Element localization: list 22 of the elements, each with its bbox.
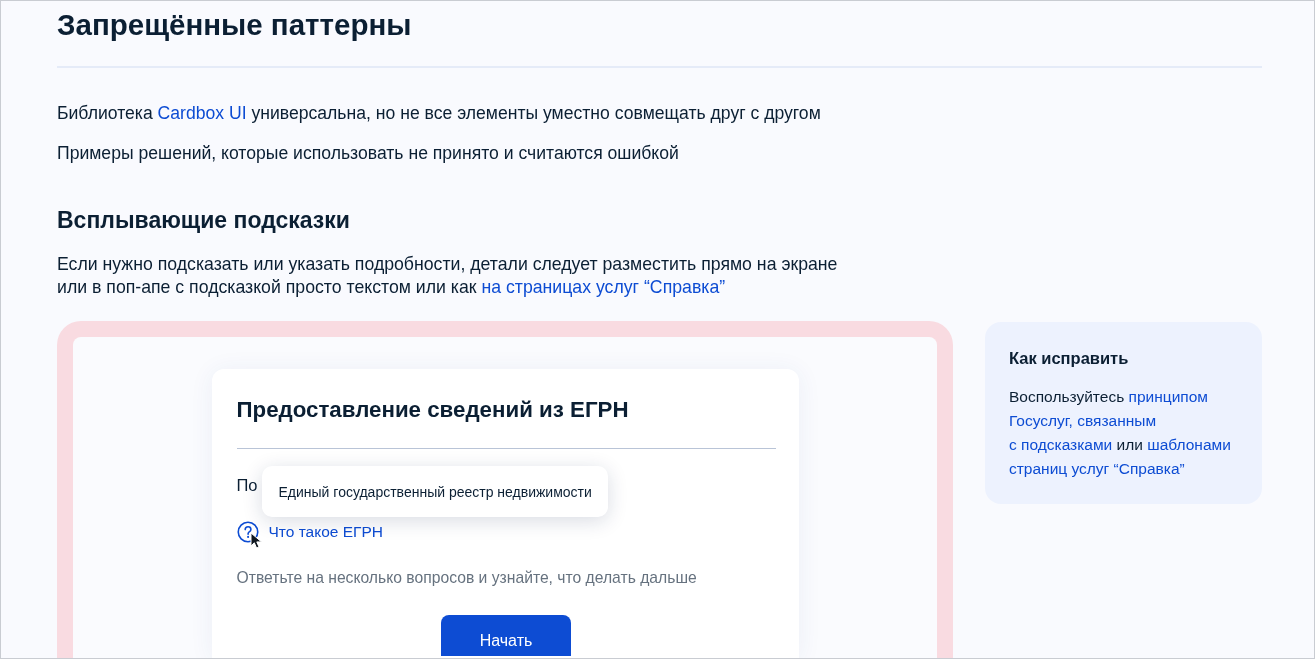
text-link[interactable]: шаблонами [1147,436,1231,453]
hint-text: Ответьте на несколько вопросов и узнайте, что делать дальше [236,568,697,588]
text-link[interactable]: с подсказками [1009,436,1113,453]
form-text: По [236,475,258,496]
intro-text: Библиотека Cardbox UI универсальна, но не все элементы уместно совмещать друг с другом [57,102,821,125]
page-title: Запрещённые паттерны [57,7,412,43]
form-title: Предоставление сведений из ЕГРН [236,396,629,424]
section-title: Всплывающие подсказки [57,206,350,235]
tooltip: Единый государственный реестр недвижимости [261,466,608,517]
fix-description: Воспользуйтесь принципом Госуслуг, связанным с подсказками или шаблонами страниц услуг “Справка” [1009,387,1232,479]
help-link[interactable]: Что такое ЕГРН [236,521,383,543]
section-description: Если нужно подсказать или указать подробности, детали следует разместить прямо на экране или в поп-апе с подсказкой просто текстом или как на страницах услуг “Справка” [57,253,838,299]
text-link[interactable]: Cardbox UI [157,103,247,123]
start-button[interactable]: Начать [441,615,571,656]
fix-title: Как исправить [1009,348,1130,369]
text-link[interactable]: страниц услуг “Справка” [1009,460,1185,477]
text-link[interactable]: Госуслуг, связанным [1009,412,1157,429]
intro-text: Примеры решений, которые использовать не принято и считаются ошибкой [57,142,679,165]
question-icon [236,521,259,543]
cursor-icon [249,532,264,549]
text-link[interactable]: принципом [1128,388,1208,405]
text-link[interactable]: на страницах услуг “Справка” [481,277,726,297]
